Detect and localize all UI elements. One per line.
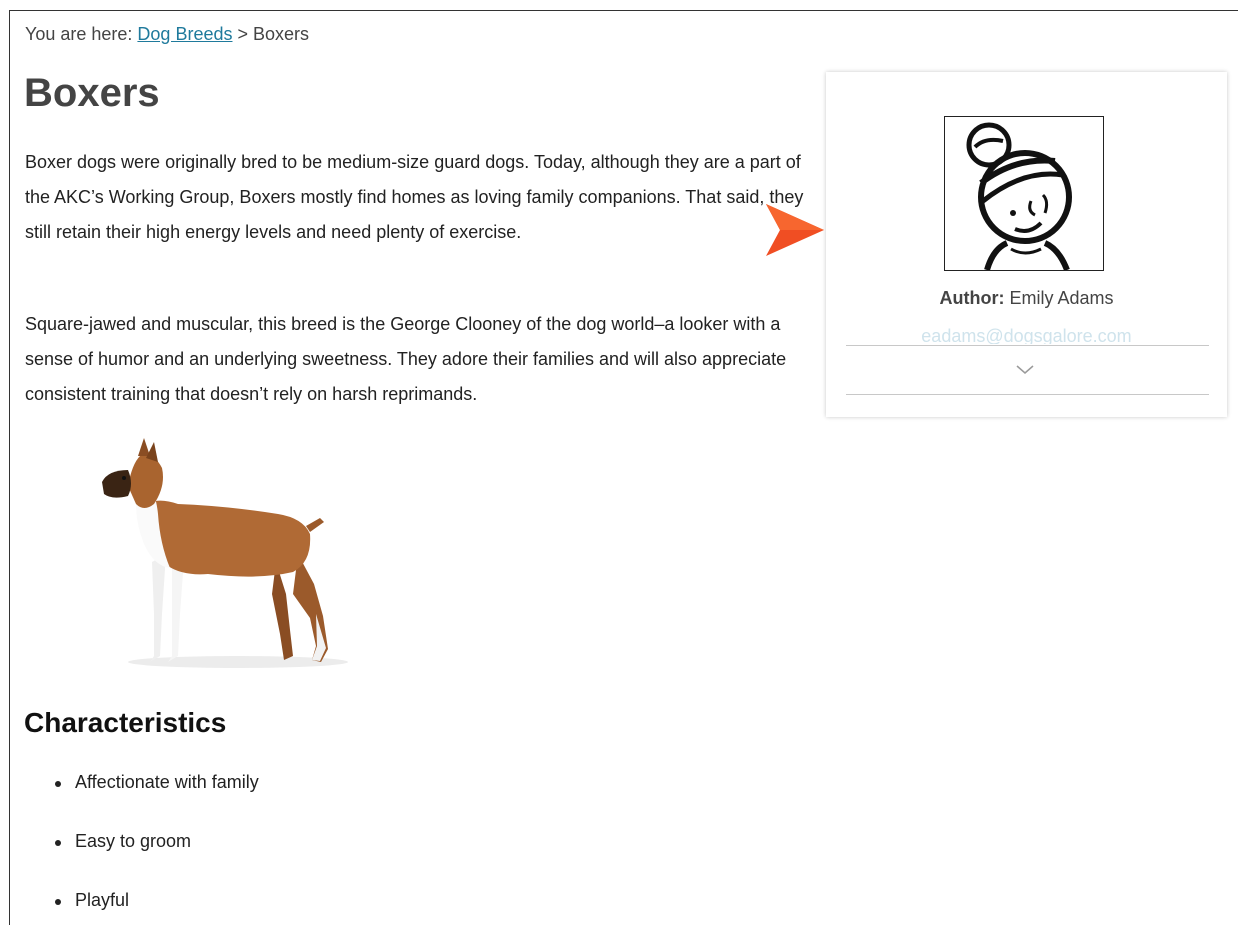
author-card: Author: Emily Adams eadams@dogsgalore.co…	[826, 72, 1227, 417]
list-item: Playful	[55, 890, 259, 949]
characteristics-list: Affectionate with family Easy to groom P…	[55, 772, 259, 949]
list-item: Easy to groom	[55, 831, 259, 890]
card-divider	[846, 345, 1209, 346]
breadcrumb-link-dog-breeds[interactable]: Dog Breeds	[137, 24, 232, 44]
author-name: Emily Adams	[1004, 288, 1114, 308]
page-title: Boxers	[24, 71, 160, 115]
boxer-dog-image	[102, 438, 348, 668]
author-label: Author:	[939, 288, 1005, 308]
breadcrumb-current: Boxers	[253, 24, 310, 44]
pointer-arrow-icon	[766, 204, 824, 256]
author-avatar	[944, 116, 1104, 271]
card-divider	[846, 394, 1209, 395]
author-email[interactable]: eadams@dogsgalore.com	[826, 326, 1227, 344]
intro-paragraph: Boxer dogs were originally bred to be me…	[25, 152, 804, 242]
breadcrumb-separator: >	[232, 24, 253, 44]
chevron-down-icon	[1016, 365, 1034, 374]
description-paragraph: Square-jawed and muscular, this breed is…	[25, 314, 787, 404]
breadcrumb: You are here: Dog Breeds > Boxers	[25, 24, 309, 45]
characteristics-heading: Characteristics	[24, 707, 227, 738]
list-item: Affectionate with family	[55, 772, 259, 831]
author-line: Author: Emily Adams	[826, 288, 1227, 309]
card-fade	[846, 277, 1207, 287]
expand-card-button[interactable]	[1012, 358, 1038, 380]
avatar-illustration	[966, 122, 1072, 270]
breadcrumb-prefix: You are here:	[25, 24, 138, 44]
